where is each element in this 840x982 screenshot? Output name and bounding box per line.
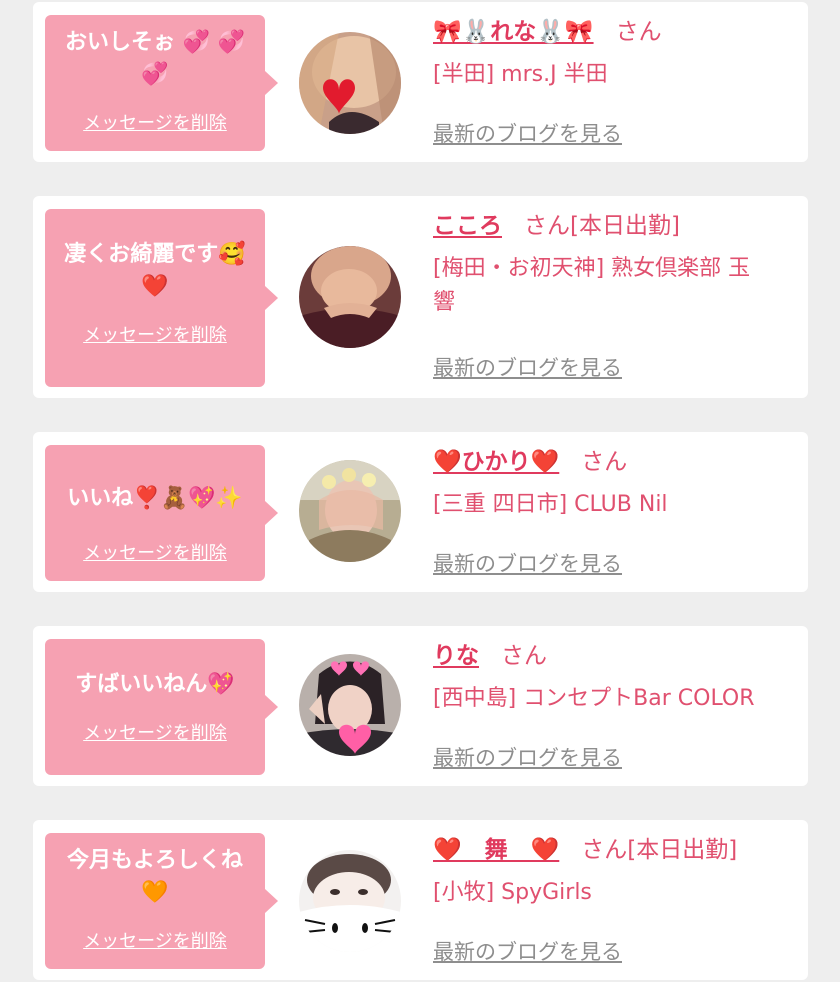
name-suffix: さん[本日出勤] <box>524 213 680 239</box>
latest-blog-link[interactable]: 最新のブログを見る <box>433 742 622 772</box>
shop-name: [半田] mrs.J 半田 <box>433 62 608 87</box>
latest-blog-link[interactable]: 最新のブログを見る <box>433 936 622 966</box>
message-bubble: 凄くお綺麗です🥰 ❤️ メッセージを削除 <box>45 209 278 387</box>
list-item: すばいいねん💖 メッセージを削除 りな さん [西中島] コンセプトBar COL… <box>33 626 808 786</box>
sender-name-link[interactable]: ❤️ひかり❤️ <box>433 449 559 475</box>
sender-name-link[interactable]: りな <box>433 643 479 669</box>
delete-message-link[interactable]: メッセージを削除 <box>45 539 265 565</box>
message-text: いいね❣️🧸💖✨ <box>67 486 243 511</box>
delete-message-link[interactable]: メッセージを削除 <box>45 719 265 745</box>
name-line: こころ さん[本日出勤] <box>433 210 788 242</box>
profile-photo-heart-sticker-icon <box>299 32 401 134</box>
message-text: すばいいねん💖 <box>75 672 235 697</box>
name-line: 🎀🐰れな🐰🎀 さん <box>433 16 788 48</box>
item-info: りな さん [西中島] コンセプトBar COLOR 最新のブログを見る <box>433 640 788 786</box>
name-suffix: さん[本日出勤] <box>581 837 738 863</box>
message-text: 凄くお綺麗です🥰 ❤️ <box>64 242 246 299</box>
shop-name: [西中島] コンセプトBar COLOR <box>433 686 755 711</box>
list-item: 凄くお綺麗です🥰 ❤️ メッセージを削除 こころ さん[本日出勤] [梅田・お初天… <box>33 196 808 398</box>
name-line: ❤️ひかり❤️ さん <box>433 446 788 478</box>
name-line: ❤️ 舞 ❤️ さん[本日出勤] <box>433 834 788 866</box>
delete-message-link[interactable]: メッセージを削除 <box>45 927 265 953</box>
name-suffix: さん <box>501 643 547 669</box>
delete-message-link[interactable]: メッセージを削除 <box>45 321 265 347</box>
item-info: こころ さん[本日出勤] [梅田・お初天神] 熟女倶楽部 玉 響 最新のブログを見… <box>433 210 788 398</box>
item-info: ❤️ 舞 ❤️ さん[本日出勤] [小牧] SpyGirls 最新のブログを見る <box>433 834 788 980</box>
list-item: 今月もよろしくね 🧡 メッセージを削除 ❤️ 舞 ❤️ さん[本日出勤] [小牧]… <box>33 820 808 980</box>
shop-name: [三重 四日市] CLUB Nil <box>433 492 668 517</box>
list-item: おいしそぉ 💞 💞 💞 メッセージを削除 🎀🐰れな🐰🎀 さん [半田] mrs.J… <box>33 2 808 162</box>
name-suffix: さん <box>615 19 662 45</box>
avatar[interactable] <box>299 850 401 952</box>
avatar[interactable] <box>299 460 401 562</box>
message-bubble: おいしそぉ 💞 💞 💞 メッセージを削除 <box>45 15 278 151</box>
message-bubble: すばいいねん💖 メッセージを削除 <box>45 639 278 775</box>
sender-name-link[interactable]: 🎀🐰れな🐰🎀 <box>433 19 594 45</box>
latest-blog-link[interactable]: 最新のブログを見る <box>433 352 622 382</box>
message-text: おいしそぉ 💞 💞 💞 <box>64 30 246 87</box>
message-bubble: 今月もよろしくね 🧡 メッセージを削除 <box>45 833 278 969</box>
delete-message-link[interactable]: メッセージを削除 <box>45 109 265 135</box>
sender-name-link[interactable]: ❤️ 舞 ❤️ <box>433 837 559 863</box>
name-line: りな さん <box>433 640 788 672</box>
message-text: 今月もよろしくね 🧡 <box>66 848 243 905</box>
message-list: おいしそぉ 💞 💞 💞 メッセージを削除 🎀🐰れな🐰🎀 さん [半田] mrs.J… <box>0 0 840 982</box>
list-item: いいね❣️🧸💖✨ メッセージを削除 ❤️ひかり❤️ さん [三重 四日市] CLU… <box>33 432 808 592</box>
profile-photo-flower-crown-icon <box>299 460 401 562</box>
avatar[interactable] <box>299 32 401 134</box>
shop-name: [梅田・お初天神] 熟女倶楽部 玉 響 <box>433 256 751 315</box>
item-info: 🎀🐰れな🐰🎀 さん [半田] mrs.J 半田 最新のブログを見る <box>433 16 788 162</box>
profile-photo-cat-mask-icon <box>299 850 401 952</box>
item-info: ❤️ひかり❤️ さん [三重 四日市] CLUB Nil 最新のブログを見る <box>433 446 788 592</box>
avatar[interactable] <box>299 654 401 756</box>
avatar[interactable] <box>299 246 401 348</box>
profile-photo-heart-sticker-icon <box>299 654 401 756</box>
latest-blog-link[interactable]: 最新のブログを見る <box>433 118 622 148</box>
message-bubble: いいね❣️🧸💖✨ メッセージを削除 <box>45 445 278 581</box>
profile-photo-icon <box>299 246 401 348</box>
sender-name-link[interactable]: こころ <box>433 213 502 239</box>
latest-blog-link[interactable]: 最新のブログを見る <box>433 548 622 578</box>
name-suffix: さん <box>581 449 628 475</box>
shop-name: [小牧] SpyGirls <box>433 880 592 905</box>
